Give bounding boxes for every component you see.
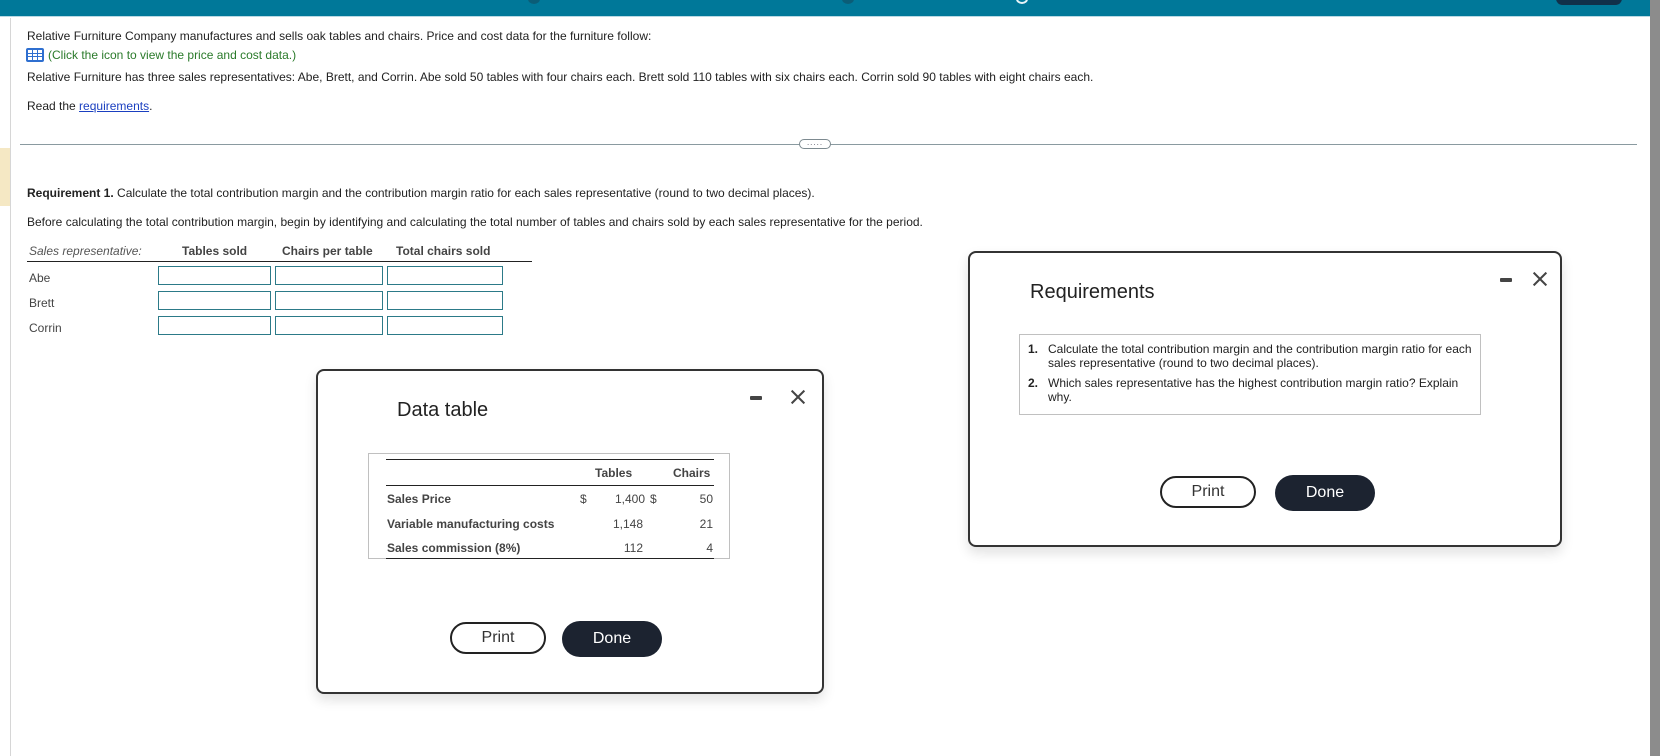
requirement-number: 2. (1028, 376, 1039, 390)
data-table-modal: Data table Tables Chairs Sales Price $ 1… (316, 369, 824, 694)
table-top-rule (386, 459, 714, 460)
row-label-sales-price: Sales Price (387, 492, 452, 506)
minimize-icon[interactable] (750, 396, 762, 400)
col-header-tables: Tables (595, 466, 633, 480)
left-border (10, 18, 11, 756)
read-requirements-line: Read the requirements. (27, 99, 152, 113)
header-sales-representative: Sales representative: (29, 244, 142, 258)
col-header-chairs: Chairs (673, 466, 711, 480)
header-chairs-per-table: Chairs per table (282, 244, 373, 258)
close-icon[interactable] (1532, 271, 1548, 287)
sales-reps-text: Relative Furniture has three sales repre… (27, 70, 1094, 84)
done-button[interactable]: Done (1275, 475, 1375, 511)
requirement-item: 1. Calculate the total contribution marg… (1028, 342, 1478, 370)
done-button[interactable]: Done (562, 621, 662, 657)
price-cost-table: Tables Chairs Sales Price $ 1,400 $ 50 V… (368, 453, 730, 559)
table-grid-icon[interactable] (26, 48, 44, 62)
read-prefix: Read the (27, 99, 80, 113)
variable-costs-chairs: 21 (699, 517, 713, 531)
abe-chairs-per-table-input[interactable] (275, 266, 383, 285)
left-side-tab[interactable] (0, 148, 10, 206)
corrin-chairs-per-table-input[interactable] (275, 316, 383, 335)
header-rule (27, 261, 532, 262)
requirement-number: 1. (1028, 342, 1039, 356)
requirement-1-label: Requirement 1. (27, 186, 114, 200)
currency-symbol: $ (650, 492, 657, 506)
row-label-corrin: Corrin (29, 321, 62, 335)
modal-title: Requirements (1030, 281, 1155, 303)
brett-tables-sold-input[interactable] (158, 291, 271, 310)
brett-chairs-per-table-input[interactable] (275, 291, 383, 310)
header-tables-sold: Tables sold (182, 244, 248, 258)
requirements-list-box: 1. Calculate the total contribution marg… (1019, 334, 1481, 415)
row-label-variable-costs: Variable manufacturing costs (387, 517, 555, 531)
abe-total-chairs-input[interactable] (387, 266, 503, 285)
abe-tables-sold-input[interactable] (158, 266, 271, 285)
requirement-text: Calculate the total contribution margin … (1048, 342, 1472, 370)
nav-dot-icon[interactable] (842, 0, 854, 4)
expand-ellipsis-button[interactable]: ..... (799, 139, 831, 149)
intro-text: Relative Furniture Company manufactures … (27, 29, 652, 43)
read-suffix: . (149, 99, 153, 113)
header-rule (386, 485, 714, 486)
corrin-total-chairs-input[interactable] (387, 316, 503, 335)
minimize-icon[interactable] (1500, 278, 1512, 282)
corrin-tables-sold-input[interactable] (158, 316, 271, 335)
print-button[interactable]: Print (450, 622, 546, 654)
print-button[interactable]: Print (1160, 476, 1256, 508)
vertical-scrollbar[interactable] (1650, 0, 1660, 756)
requirements-link[interactable]: requirements (79, 99, 149, 113)
nav-pill-button[interactable] (1556, 0, 1622, 5)
row-label-abe: Abe (29, 271, 51, 285)
modal-title: Data table (397, 399, 489, 421)
requirement-text: Which sales representative has the highe… (1048, 376, 1459, 404)
data-table-link[interactable]: (Click the icon to view the price and co… (26, 48, 296, 62)
close-icon[interactable] (790, 389, 806, 405)
sales-price-chairs: 50 (699, 492, 713, 506)
requirements-modal: Requirements 1. Calculate the total cont… (968, 251, 1562, 547)
header-total-chairs-sold: Total chairs sold (396, 244, 491, 258)
top-nav-bar (0, 0, 1650, 17)
nav-ring-icon[interactable] (1016, 0, 1028, 4)
instruction-text: Before calculating the total contributio… (27, 215, 923, 229)
row-label-brett: Brett (29, 296, 55, 310)
requirements-list: 1. Calculate the total contribution marg… (1028, 342, 1478, 410)
table-bottom-rule (386, 558, 714, 559)
variable-costs-tables: 1,148 (612, 517, 643, 531)
nav-dot-icon[interactable] (528, 0, 540, 4)
requirement-1-heading: Requirement 1. Calculate the total contr… (27, 186, 815, 200)
data-table-link-text[interactable]: (Click the icon to view the price and co… (48, 48, 296, 62)
row-label-sales-commission: Sales commission (8%) (387, 541, 521, 555)
requirement-1-text: Calculate the total contribution margin … (113, 186, 815, 200)
requirement-item: 2. Which sales representative has the hi… (1028, 376, 1478, 404)
brett-total-chairs-input[interactable] (387, 291, 503, 310)
currency-symbol: $ (580, 492, 587, 506)
sales-commission-tables: 112 (623, 541, 643, 555)
sales-commission-chairs: 4 (706, 541, 713, 555)
sales-price-tables: 1,400 (614, 492, 645, 506)
